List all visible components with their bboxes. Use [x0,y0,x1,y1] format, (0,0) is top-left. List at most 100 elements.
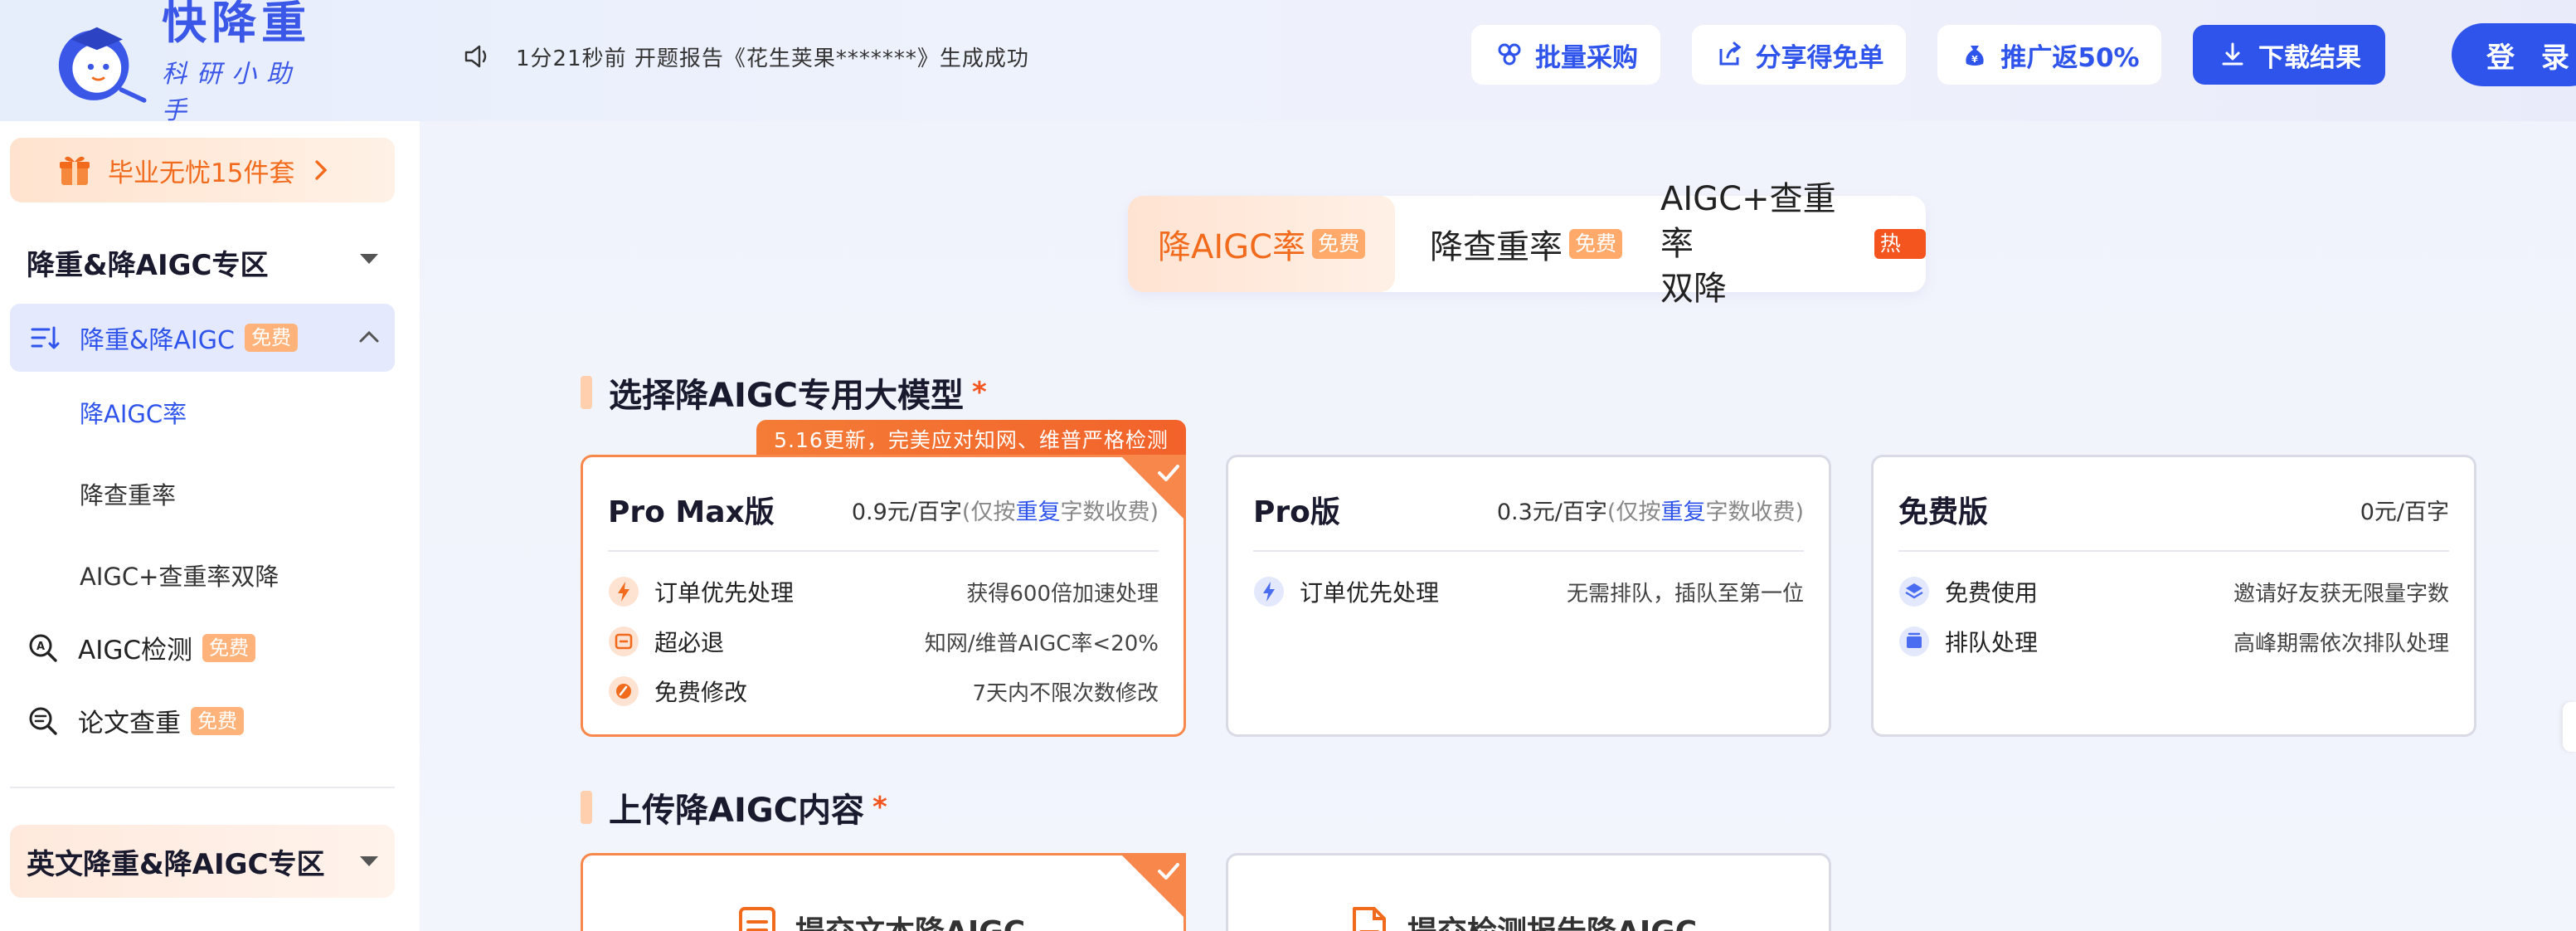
update-ribbon: 5.16更新，完美应对知网、维普严格检测 [756,420,1186,458]
section-accent-bar [581,791,592,824]
upload-option-report-title: 提交检测报告降AIGC [1407,908,1697,931]
group-english-zone-label: 英文降重&降AIGC专区 [27,847,325,881]
bulk-purchase-label: 批量采购 [1535,42,1638,73]
tab-reduce-aigc-label: 降AIGC率 [1158,228,1306,266]
plan-feature-value: 知网/维普AIGC率<20% [924,631,1159,656]
logo-mascot-icon [58,27,147,103]
floating-side-tab[interactable] [2563,702,2576,752]
plan-feature: 订单优先处理 无需排队，插队至第一位 [1253,573,1804,610]
plan-feature: 免费使用 邀请好友获无限量字数 [1898,573,2449,610]
model-section-title: 选择降AIGC专用大模型 * [581,368,987,417]
notice-ticker: 1分21秒前 开题报告《花生荚果*******》生成成功 [461,37,1029,76]
chevron-right-icon [315,160,328,180]
login-button[interactable]: 登 录 [2452,23,2576,86]
money-bag-icon: ¥ [1966,46,1985,66]
tab-dual-reduce[interactable]: AIGC+查重率 双降 热门 [1644,180,1926,308]
sort-lines-icon [31,326,60,349]
caret-down-icon[interactable] [358,252,380,266]
logo-subtitle: 科研小助手 [162,60,302,125]
plan-price-value: 0.9元/百字 [851,499,962,525]
selected-check-icon [1120,853,1186,919]
plan-price: 0.9元/百字(仅按重复字数收费) [852,494,1159,526]
download-results-button[interactable]: 下载结果 [2193,25,2385,85]
share-free-button[interactable]: 分享得免单 [1692,25,1906,85]
upload-section-title: 上传降AIGC内容 * [581,783,887,831]
notice-text: 1分21秒前 开题报告《花生荚果*******》生成成功 [516,46,1029,71]
graduation-bundle-promo[interactable]: 毕业无忧15件套 [10,138,395,202]
free-badge: 免费 [191,706,244,735]
mode-tabs: 降AIGC率 免费 降查重率 免费 AIGC+查重率 双降 热门 [1128,180,1926,308]
svg-text:A: A [36,641,45,653]
plan-feature: 免费修改 7天内不限次数修改 [608,673,1159,709]
plan-feature-value: 无需排队，插队至第一位 [1566,581,1804,607]
queue-icon [1899,626,1929,656]
group-reduce-zone-label: 降重&降AIGC专区 [27,249,269,282]
group-reduce-zone[interactable]: 降重&降AIGC专区 [27,242,268,283]
lightning-icon [1254,577,1284,607]
card-divider [608,550,1159,552]
required-mark: * [972,376,987,409]
plan-feature-label: 订单优先处理 [1300,579,1440,607]
plan-feature-label: 超必退 [654,629,725,656]
refund-icon [609,626,639,656]
chevron-up-icon[interactable] [358,330,380,344]
plan-feature-value: 获得600倍加速处理 [966,581,1159,607]
gift-icon [60,156,90,185]
plan-feature: 排队处理 高峰期需依次排队处理 [1898,623,2449,660]
plan-card-pro-max[interactable]: Pro Max版 0.9元/百字(仅按重复字数收费) 订单优先处理 获得600倍… [581,455,1186,737]
free-badge: 免费 [1312,229,1366,259]
group-english-zone[interactable]: 英文降重&降AIGC专区 [10,825,395,898]
sidebar-subitem-reduce-aigc-rate[interactable]: 降AIGC率 [80,395,187,430]
sidebar-item-reduce-aigc-label: 降重&降AIGC [80,326,235,355]
lightning-icon [609,577,639,607]
bulk-purchase-button[interactable]: 批量采购 [1471,25,1660,85]
tab-dual-reduce-label-line1: AIGC+查重率 [1660,180,1836,263]
plan-note-suffix: 字数收费) [1705,499,1804,525]
caret-down-icon[interactable] [358,855,380,868]
plan-price-value: 0元/百字 [2360,499,2449,525]
plan-feature-value: 高峰期需依次排队处理 [2233,631,2449,656]
plan-feature-value: 7天内不限次数修改 [972,680,1159,706]
top-header: 快降重 科研小助手 1分21秒前 开题报告《花生荚果*******》生成成功 批… [0,0,2576,125]
sidebar: 毕业无忧15件套 降重&降AIGC专区 降重&降AIGC 免费 降AIGC率 降… [0,121,420,931]
plan-name: Pro Max版 [608,495,775,529]
promote-rebate-label: 推广返50% [2000,42,2140,73]
sidebar-item-reduce-aigc[interactable]: 降重&降AIGC 免费 [10,304,395,372]
card-divider [1253,550,1804,552]
magnifier-a-icon: A [29,634,57,662]
sidebar-divider [10,787,395,788]
tab-reduce-plagiarism[interactable]: 降查重率 免费 [1395,196,1644,292]
plan-note-prefix: (仅按 [1606,499,1661,525]
plan-note-suffix: 字数收费) [1060,499,1159,525]
promote-rebate-button[interactable]: ¥ 推广返50% [1937,25,2161,85]
download-icon [2222,42,2243,66]
free-badge: 免费 [244,324,298,352]
plan-note-prefix: (仅按 [961,499,1016,525]
edit-icon [609,676,639,706]
download-results-label: 下载结果 [2258,42,2361,73]
upload-section-title-text: 上传降AIGC内容 [609,792,865,830]
sidebar-subitem-reduce-plagiarism[interactable]: 降查重率 [80,476,176,511]
logo[interactable]: 快降重 科研小助手 [48,0,322,125]
plan-name: 免费版 [1898,495,1989,529]
sidebar-item-aigc-detect[interactable]: A AIGC检测 免费 [27,629,256,666]
speaker-icon [464,45,487,68]
plan-feature-label: 排队处理 [1945,629,2039,656]
sidebar-item-paper-check[interactable]: 论文查重 免费 [27,702,244,739]
tab-reduce-aigc[interactable]: 降AIGC率 免费 [1128,196,1395,292]
document-icon [739,907,775,931]
plan-feature: 超必退 知网/维普AIGC率<20% [608,623,1159,660]
card-divider [1898,550,2449,552]
plan-price: 0元/百字 [2360,494,2449,526]
sidebar-subitem-dual-reduce[interactable]: AIGC+查重率双降 [80,558,279,592]
upload-option-report[interactable]: 提交检测报告降AIGC [1226,853,1831,931]
layers-icon [1899,577,1929,607]
share-free-label: 分享得免单 [1755,42,1884,73]
plan-note-em: 重复 [1660,499,1706,525]
magnifier-lines-icon [29,707,57,735]
plan-card-free[interactable]: 免费版 0元/百字 免费使用 邀请好友获无限量字数 排队处理 高峰期需依次排队处… [1871,455,2476,737]
upload-option-text[interactable]: 提交文本降AIGC [581,853,1186,931]
upload-option-text-label: 提交文本降AIGC [737,905,1025,931]
plan-card-pro[interactable]: Pro版 0.3元/百字(仅按重复字数收费) 订单优先处理 无需排队，插队至第一… [1226,455,1831,737]
section-accent-bar [581,376,592,409]
